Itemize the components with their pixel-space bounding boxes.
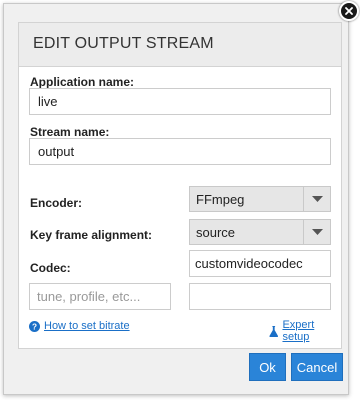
stream-name-label: Stream name:	[30, 125, 110, 139]
stream-name-input[interactable]	[29, 138, 331, 165]
key-frame-alignment-value: source	[196, 225, 236, 240]
bitrate-help-link[interactable]: ? How to set bitrate	[29, 320, 130, 332]
extra-param-input[interactable]	[189, 283, 331, 310]
expert-setup-link[interactable]: Expert setup	[269, 319, 341, 343]
key-frame-alignment-label: Key frame alignment:	[30, 228, 153, 242]
codec-input[interactable]	[189, 250, 331, 277]
encoder-select[interactable]: FFmpeg	[189, 186, 331, 212]
encoder-label: Encoder:	[30, 196, 83, 210]
edit-output-stream-dialog: EDIT OUTPUT STREAM Application name: Str…	[3, 3, 349, 395]
expert-setup-label: Expert setup	[282, 319, 315, 343]
cancel-button[interactable]: Cancel	[291, 353, 343, 381]
chevron-down-icon	[303, 187, 330, 211]
dialog-body: Application name: Stream name: Encoder: …	[18, 66, 342, 349]
close-icon	[345, 7, 353, 15]
chevron-down-icon	[303, 220, 330, 244]
codec-label: Codec:	[30, 261, 71, 275]
flask-icon	[269, 325, 279, 337]
dialog-title: EDIT OUTPUT STREAM	[33, 35, 214, 52]
close-button[interactable]	[339, 1, 359, 21]
key-frame-alignment-select[interactable]: source	[189, 219, 331, 245]
dialog-header: EDIT OUTPUT STREAM	[18, 22, 342, 67]
encoder-value: FFmpeg	[196, 192, 245, 207]
svg-text:?: ?	[32, 322, 37, 331]
application-name-label: Application name:	[30, 75, 135, 89]
help-icon: ?	[29, 320, 40, 332]
codec-params-input[interactable]	[29, 283, 171, 310]
ok-button[interactable]: Ok	[249, 353, 286, 381]
application-name-input[interactable]	[29, 88, 331, 115]
bitrate-help-label: How to set bitrate	[44, 320, 130, 332]
